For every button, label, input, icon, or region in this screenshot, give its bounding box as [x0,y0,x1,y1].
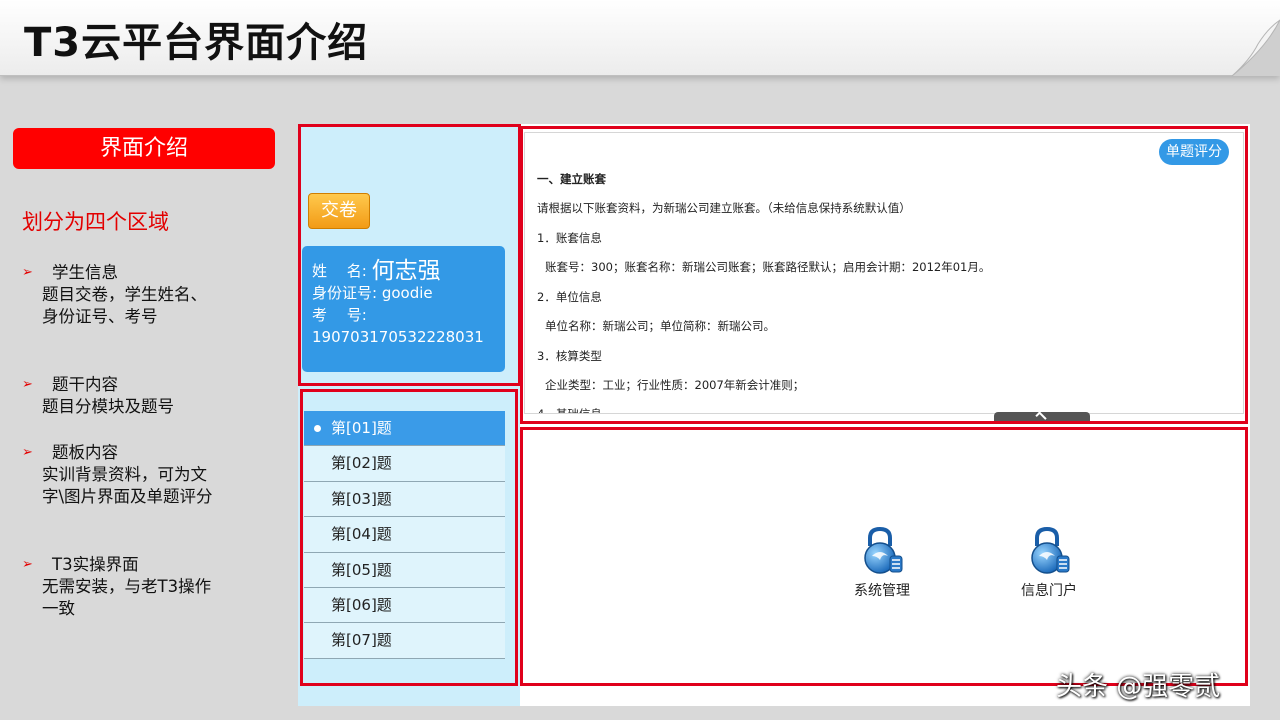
arrow-bullet-icon: ➢ [22,445,33,460]
region-frame-student-info [298,124,521,386]
arrow-bullet-icon: ➢ [22,265,33,280]
bullet-desc: 无需安装，与老T3操作一致 [42,577,212,618]
bullet-head: 学生信息 [52,263,118,282]
arrow-bullet-icon: ➢ [22,557,33,572]
bullet-desc: 题目交卷，学生姓名、身份证号、考号 [42,285,207,326]
section-subtitle: 划分为四个区域 [22,210,169,234]
watermark: 头条 @强零贰 [1056,672,1221,702]
bullet-desc: 实训背景资料，可为文字\图片界面及单题评分 [42,465,213,506]
region-frame-question-content [520,126,1248,424]
slide-title: T3云平台界面介绍 [24,20,369,66]
bullet-desc: 题目分模块及题号 [42,397,174,416]
title-banner: T3云平台界面介绍 [0,0,1280,76]
section-badge: 界面介绍 [13,128,275,169]
bullet-item: ➢ T3实操界面 无需安装，与老T3操作一致 [22,554,282,620]
bullet-item: ➢ 题干内容 题目分模块及题号 [22,374,282,418]
region-frame-question-list [300,389,518,686]
bullet-head: 题板内容 [52,443,118,462]
bullet-head: T3实操界面 [52,555,139,574]
region-frame-t3-operation [520,427,1248,686]
bullet-head: 题干内容 [52,375,118,394]
bullet-item: ➢ 题板内容 实训背景资料，可为文字\图片界面及单题评分 [22,442,282,508]
bullet-item: ➢ 学生信息 题目交卷，学生姓名、身份证号、考号 [22,262,282,328]
arrow-bullet-icon: ➢ [22,377,33,392]
page-curl-icon [1231,19,1280,76]
